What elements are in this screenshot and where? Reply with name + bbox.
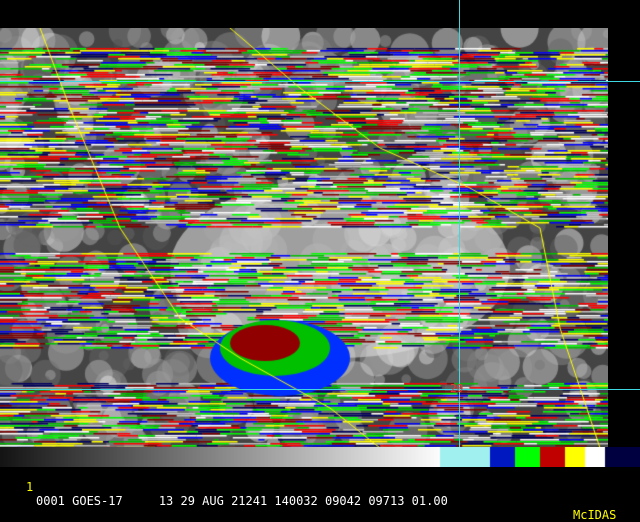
color-enhancement-bar xyxy=(0,447,640,467)
latitude-line xyxy=(0,81,640,82)
image-info: 0001 GOES-17 13 29 AUG 21241 140032 0904… xyxy=(36,494,448,508)
longitude-line xyxy=(459,0,460,466)
mcidas-brand: McIDAS xyxy=(573,508,617,522)
satellite-image xyxy=(0,28,608,448)
latitude-line xyxy=(0,389,640,390)
frame-number: 1 xyxy=(26,480,34,494)
latitude-label: 20 xyxy=(450,382,464,395)
satellite-imagery-canvas xyxy=(0,28,608,448)
status-bar: 1 0001 GOES-17 13 29 AUG 21241 140032 09… xyxy=(0,466,640,522)
